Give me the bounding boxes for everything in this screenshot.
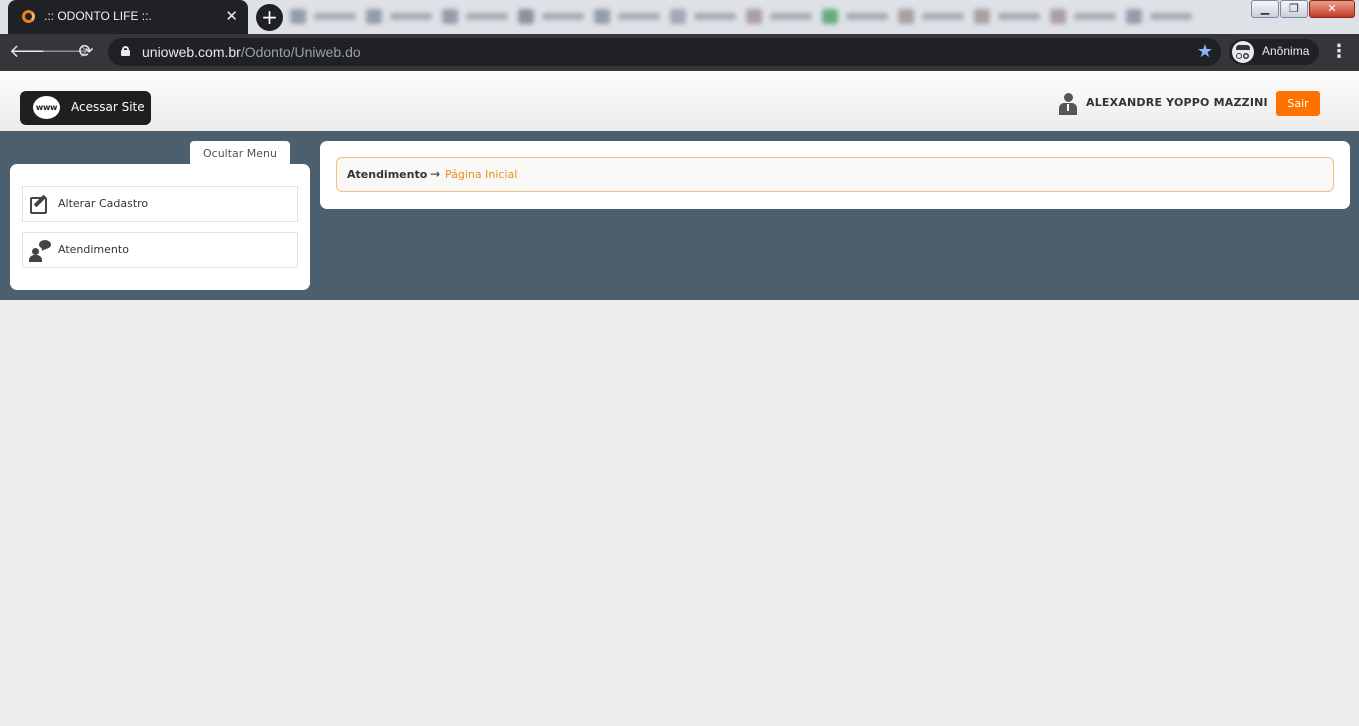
browser-toolbar: 🡐 🡒 ⟳ unioweb.com.br/Odonto/Uniweb.do ★ … [0, 34, 1359, 71]
tab-favicon-icon [898, 9, 914, 24]
main-band: Ocultar Menu Alterar Cadastro Atendiment… [0, 131, 1359, 300]
maximize-button[interactable]: ❐ [1280, 0, 1308, 18]
tab-favicon-icon [366, 9, 382, 24]
user-icon [1059, 93, 1077, 115]
tab-favicon-icon [974, 9, 990, 24]
browser-tabstrip: .:: ODONTO LIFE ::. ✕ + ▁ ❐ ✕ [0, 0, 1359, 34]
breadcrumb-separator: → [430, 167, 441, 181]
tab-label-blurred [846, 13, 888, 20]
tab-label-blurred [390, 13, 432, 20]
page-background [0, 300, 1359, 726]
sidebar-item-alterar-cadastro[interactable]: Alterar Cadastro [22, 186, 298, 222]
bookmark-star-icon[interactable]: ★ [1197, 41, 1213, 62]
access-site-label: Acessar Site [71, 100, 145, 114]
tab-label-blurred [998, 13, 1040, 20]
close-window-button[interactable]: ✕ [1309, 0, 1355, 18]
www-globe-icon: www [33, 96, 60, 119]
tab-label-blurred [770, 13, 812, 20]
page-header: www Acessar Site ALEXANDRE YOPPO MAZZINI… [0, 71, 1359, 131]
logout-button[interactable]: Sair [1276, 91, 1320, 116]
incognito-profile-button[interactable]: Anônima [1229, 39, 1319, 65]
edit-icon [29, 193, 51, 215]
reload-button[interactable]: ⟳ [74, 40, 98, 64]
background-tabs [290, 0, 1210, 34]
minimize-button[interactable]: ▁ [1251, 0, 1279, 18]
lock-icon[interactable] [121, 46, 130, 56]
tab-favicon-icon [822, 9, 838, 24]
sidebar-item-label: Atendimento [58, 243, 129, 256]
incognito-icon [1232, 41, 1254, 63]
tab-favicon-icon [1050, 9, 1066, 24]
tab-label-blurred [694, 13, 736, 20]
tab-title: .:: ODONTO LIFE ::. [44, 9, 152, 23]
tab-label-blurred [1074, 13, 1116, 20]
tab-close-icon[interactable]: ✕ [225, 7, 238, 25]
breadcrumb: Atendimento → Página Inicial [336, 157, 1334, 192]
forward-button[interactable]: 🡒 [41, 40, 89, 64]
tab-label-blurred [466, 13, 508, 20]
user-name: ALEXANDRE YOPPO MAZZINI [1086, 96, 1268, 109]
window-controls: ▁ ❐ ✕ [1250, 0, 1355, 20]
incognito-label: Anônima [1262, 44, 1310, 58]
tab-label-blurred [1150, 13, 1192, 20]
back-button[interactable]: 🡐 [9, 40, 57, 64]
tab-favicon-icon [442, 9, 458, 24]
address-bar[interactable]: unioweb.com.br/Odonto/Uniweb.do ★ [108, 38, 1221, 66]
content-panel: Atendimento → Página Inicial [320, 141, 1350, 209]
tab-label-blurred [618, 13, 660, 20]
tab-label-blurred [314, 13, 356, 20]
browser-tab-active[interactable]: .:: ODONTO LIFE ::. ✕ [8, 0, 248, 34]
browser-menu-icon[interactable]: ⋮ [1330, 40, 1348, 64]
sidebar-item-atendimento[interactable]: Atendimento [22, 232, 298, 268]
tab-favicon-icon [594, 9, 610, 24]
tab-favicon-icon [746, 9, 762, 24]
tab-label-blurred [542, 13, 584, 20]
sidebar-menu: Alterar Cadastro Atendimento [10, 164, 310, 290]
site-favicon-icon [22, 10, 35, 23]
tab-favicon-icon [518, 9, 534, 24]
breadcrumb-current[interactable]: Página Inicial [445, 168, 517, 181]
new-tab-button[interactable]: + [256, 4, 283, 31]
tab-favicon-icon [670, 9, 686, 24]
access-site-button[interactable]: www Acessar Site [20, 91, 151, 125]
hide-menu-toggle[interactable]: Ocultar Menu [190, 141, 290, 166]
url-text: unioweb.com.br/Odonto/Uniweb.do [142, 44, 361, 60]
tab-favicon-icon [1126, 9, 1142, 24]
background-tab[interactable] [1126, 8, 1221, 26]
tab-label-blurred [922, 13, 964, 20]
sidebar-item-label: Alterar Cadastro [58, 197, 149, 210]
breadcrumb-root[interactable]: Atendimento [347, 168, 427, 181]
chat-user-icon [29, 239, 51, 262]
tab-favicon-icon [290, 9, 306, 24]
